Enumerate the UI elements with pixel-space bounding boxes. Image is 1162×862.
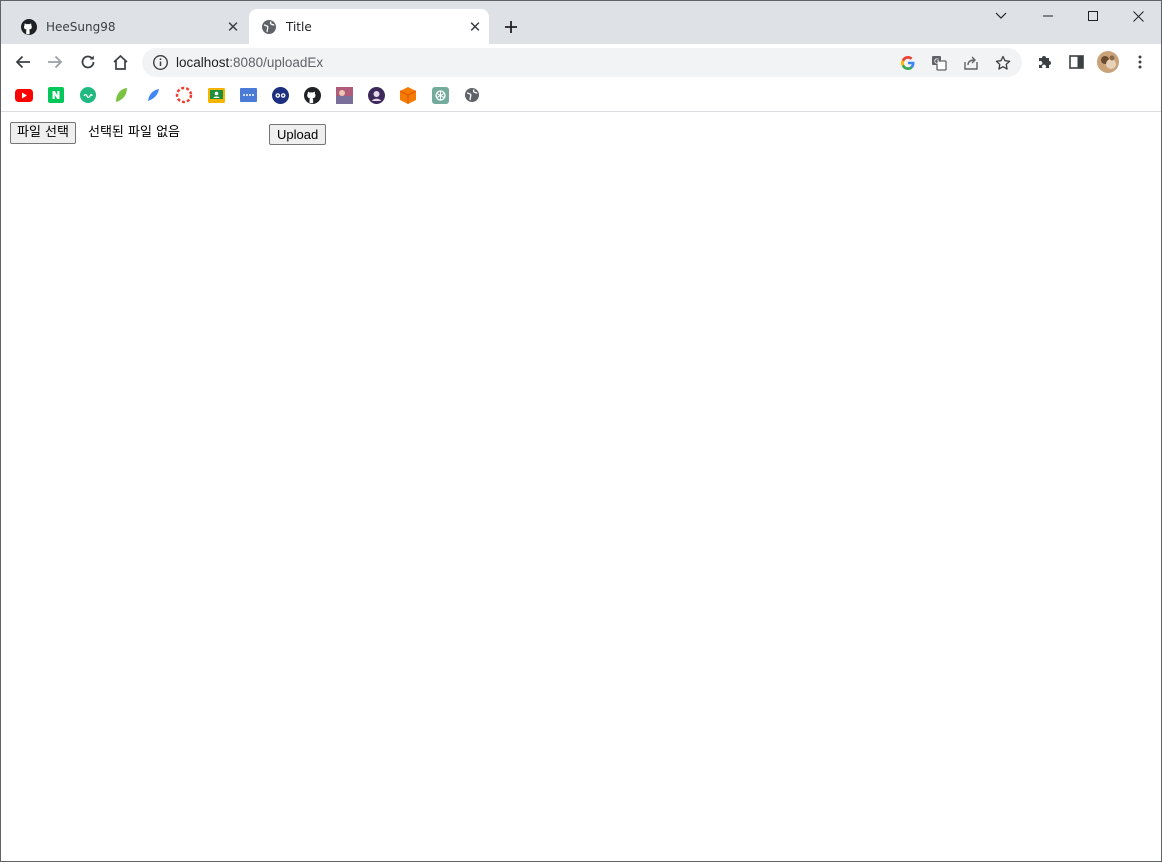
globe-icon: [465, 88, 479, 102]
green-circle-icon: [80, 87, 96, 103]
youtube-icon: [15, 88, 33, 102]
reload-icon: [81, 55, 95, 69]
tab-title: HeeSung98: [46, 19, 116, 34]
tab-heesung98[interactable]: HeeSung98 ✕: [9, 9, 247, 44]
address-bar[interactable]: localhost:8080/uploadEx G: [142, 48, 1022, 77]
owl-icon: [271, 86, 289, 104]
translate-icon: G: [932, 56, 947, 71]
arrow-left-icon: [15, 55, 30, 69]
bookmark-orange-box[interactable]: [399, 86, 417, 104]
url-path: :8080/uploadEx: [229, 55, 324, 70]
bookmark-owl[interactable]: [271, 86, 289, 104]
classroom-icon: [207, 87, 225, 103]
share-button[interactable]: [960, 52, 982, 74]
forward-button[interactable]: [41, 48, 69, 76]
share-icon: [964, 56, 978, 70]
chatgpt-icon: [431, 86, 449, 104]
bookmark-globe[interactable]: [463, 86, 481, 104]
minimize-icon: [1043, 15, 1053, 17]
reload-button[interactable]: [74, 48, 102, 76]
close-icon: [1132, 10, 1144, 22]
bookmark-blue-bar[interactable]: [239, 86, 257, 104]
back-button[interactable]: [9, 48, 37, 76]
orange-box-icon: [400, 86, 416, 104]
bookmark-lifebuoy[interactable]: [175, 86, 193, 104]
side-panel-button[interactable]: [1062, 48, 1090, 76]
naver-icon: [48, 87, 64, 103]
choose-file-button[interactable]: 파일 선택: [10, 122, 76, 144]
bookmark-naver[interactable]: [47, 86, 65, 104]
maximize-icon: [1088, 11, 1098, 21]
bookmark-chatgpt[interactable]: [431, 86, 449, 104]
home-button[interactable]: [106, 48, 134, 76]
chevron-down-icon: [995, 12, 1007, 19]
minimize-button[interactable]: [1025, 1, 1071, 31]
avatar: [1097, 51, 1119, 73]
close-window-button[interactable]: [1115, 1, 1161, 31]
bookmark-youtube[interactable]: [15, 86, 33, 104]
arrow-right-icon: [48, 55, 63, 69]
browser-window: HeeSung98 ✕ Title ✕ localhost:8080/uploa…: [0, 0, 1162, 862]
bookmark-avatar-circle[interactable]: [367, 86, 385, 104]
bookmark-green-circle[interactable]: [79, 86, 97, 104]
google-icon: [901, 56, 915, 70]
globe-icon: [261, 19, 277, 35]
bookmark-star-button[interactable]: [992, 52, 1014, 74]
puzzle-icon: [1039, 56, 1051, 68]
close-icon[interactable]: ✕: [465, 17, 485, 37]
photo-icon: [335, 86, 353, 104]
upload-button[interactable]: Upload: [269, 124, 327, 145]
maximize-button[interactable]: [1070, 1, 1116, 31]
leaf-icon: [116, 88, 127, 102]
extensions-button[interactable]: [1030, 48, 1058, 76]
tab-strip: HeeSung98 ✕ Title ✕: [1, 1, 1161, 44]
lifebuoy-icon: [175, 86, 193, 104]
bookmark-classroom[interactable]: [207, 86, 225, 104]
bookmarks-bar: [1, 80, 1161, 112]
url-text[interactable]: localhost:8080/uploadEx: [176, 48, 323, 77]
bookmark-github[interactable]: [303, 86, 321, 104]
google-lens-button[interactable]: [897, 52, 919, 74]
tab-title-active[interactable]: Title ✕: [249, 9, 489, 44]
svg-text:G: G: [934, 58, 939, 66]
feather-icon: [148, 89, 159, 101]
new-tab-button[interactable]: [499, 15, 523, 39]
translate-button[interactable]: G: [928, 52, 950, 74]
page-content: 파일 선택 선택된 파일 없음 Upload: [1, 113, 1161, 861]
star-icon: [995, 55, 1011, 70]
blue-bar-icon: [239, 88, 257, 102]
home-icon: [112, 54, 128, 70]
profile-button[interactable]: [1094, 48, 1122, 76]
toolbar: localhost:8080/uploadEx G: [1, 44, 1161, 80]
menu-button[interactable]: [1126, 48, 1154, 76]
kebab-menu-icon: [1138, 55, 1142, 69]
tab-search-button[interactable]: [978, 1, 1024, 31]
bookmark-feather[interactable]: [144, 86, 162, 104]
file-status-text: 선택된 파일 없음: [88, 125, 180, 140]
bookmark-leaf[interactable]: [112, 86, 130, 104]
close-icon[interactable]: ✕: [223, 17, 243, 37]
tab-title: Title: [286, 19, 312, 34]
bookmark-photo[interactable]: [335, 86, 353, 104]
avatar-circle-icon: [367, 86, 385, 104]
github-icon: [21, 18, 37, 35]
github-icon: [303, 86, 321, 104]
url-host: localhost: [176, 55, 230, 70]
plus-icon: [505, 21, 517, 33]
side-panel-icon: [1068, 55, 1084, 69]
info-icon[interactable]: [152, 54, 169, 71]
